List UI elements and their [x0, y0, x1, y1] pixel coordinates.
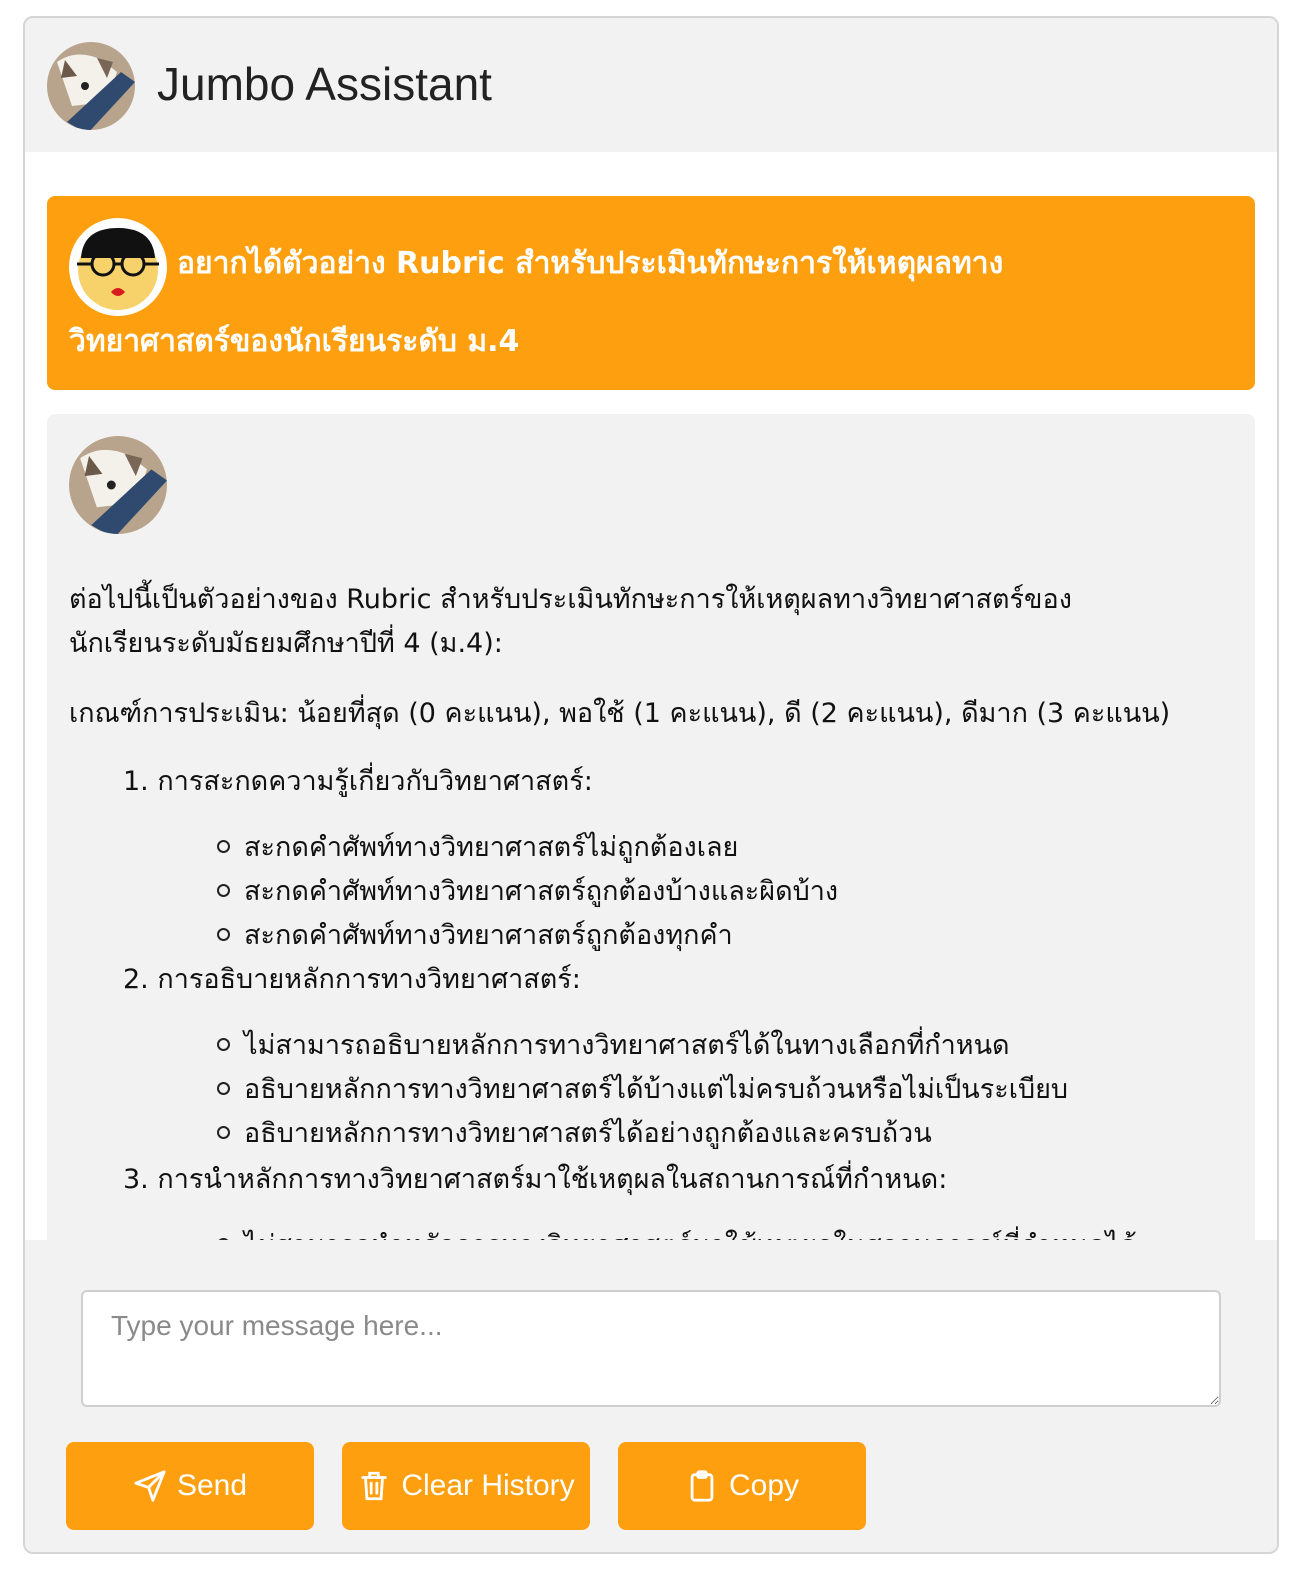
clipboard-icon: [690, 1470, 714, 1502]
message-paragraph: ต่อไปนี้เป็นตัวอย่างของ Rubric สำหรับประ…: [69, 584, 1072, 615]
rubric-sub-item: อธิบายหลักการทางวิทยาศาสตร์ได้อย่างถูกต้…: [217, 1112, 932, 1156]
header: Jumbo Assistant: [25, 18, 1277, 152]
assistant-message: ต่อไปนี้เป็นตัวอย่างของ Rubric สำหรับประ…: [47, 414, 1255, 1240]
chat-history[interactable]: อยากได้ตัวอย่าง Rubric สำหรับประเมินทักษ…: [25, 152, 1277, 1240]
app-title: Jumbo Assistant: [157, 58, 492, 110]
message-paragraph: นักเรียนระดับมัธยมศึกษาปีที่ 4 (ม.4):: [69, 628, 503, 659]
copy-label: Copy: [728, 1469, 800, 1502]
rubric-item-label: 2. การอธิบายหลักการทางวิทยาศาสตร์:: [123, 964, 581, 995]
user-message: อยากได้ตัวอย่าง Rubric สำหรับประเมินทักษ…: [47, 196, 1255, 390]
chat-app: Jumbo Assistant อยากได้ตัวอย่าง Rubric ส…: [23, 16, 1279, 1554]
copy-button[interactable]: Copy: [618, 1442, 866, 1530]
send-icon: [134, 1470, 166, 1502]
trash-icon: [361, 1471, 388, 1501]
user-avatar: [69, 218, 167, 316]
rubric-sub-item: อธิบายหลักการทางวิทยาศาสตร์ได้บ้างแต่ไม่…: [217, 1068, 1068, 1112]
rubric-item-label: 3. การนำหลักการทางวิทยาศาสตร์มาใช้เหตุผล…: [123, 1164, 948, 1195]
rubric-sub-item: ไม่สามารถอธิบายหลักการทางวิทยาศาสตร์ได้ใ…: [217, 1024, 1010, 1068]
clear-history-button[interactable]: Clear History: [342, 1442, 590, 1530]
message-input[interactable]: [81, 1290, 1221, 1407]
input-area: Send Clear History Copy: [25, 1240, 1277, 1552]
rubric-sub-item: สะกดคำศัพท์ทางวิทยาศาสตร์ถูกต้องบ้างและผ…: [217, 870, 838, 914]
clear-history-label: Clear History: [401, 1469, 575, 1502]
send-label: Send: [176, 1469, 248, 1502]
rubric-sub-item: ไม่สามารถนำหลักการทางวิทยาศาสตร์มาใช้เหต…: [217, 1224, 1137, 1240]
assistant-avatar: [47, 42, 135, 130]
rubric-item-label: 1. การสะกดความรู้เกี่ยวกับวิทยาศาสตร์:: [123, 766, 593, 797]
rubric-sub-item: สะกดคำศัพท์ทางวิทยาศาสตร์ไม่ถูกต้องเลย: [217, 826, 738, 870]
user-message-line: วิทยาศาสตร์ของนักเรียนระดับ ม.4: [69, 324, 520, 359]
assistant-avatar: [69, 436, 167, 534]
send-button[interactable]: Send: [66, 1442, 314, 1530]
rubric-sub-item: สะกดคำศัพท์ทางวิทยาศาสตร์ถูกต้องทุกคำ: [217, 914, 733, 958]
criteria-text: เกณฑ์การประเมิน: น้อยที่สุด (0 คะแนน), พ…: [69, 698, 1171, 729]
user-message-line: อยากได้ตัวอย่าง Rubric สำหรับประเมินทักษ…: [177, 246, 1004, 281]
